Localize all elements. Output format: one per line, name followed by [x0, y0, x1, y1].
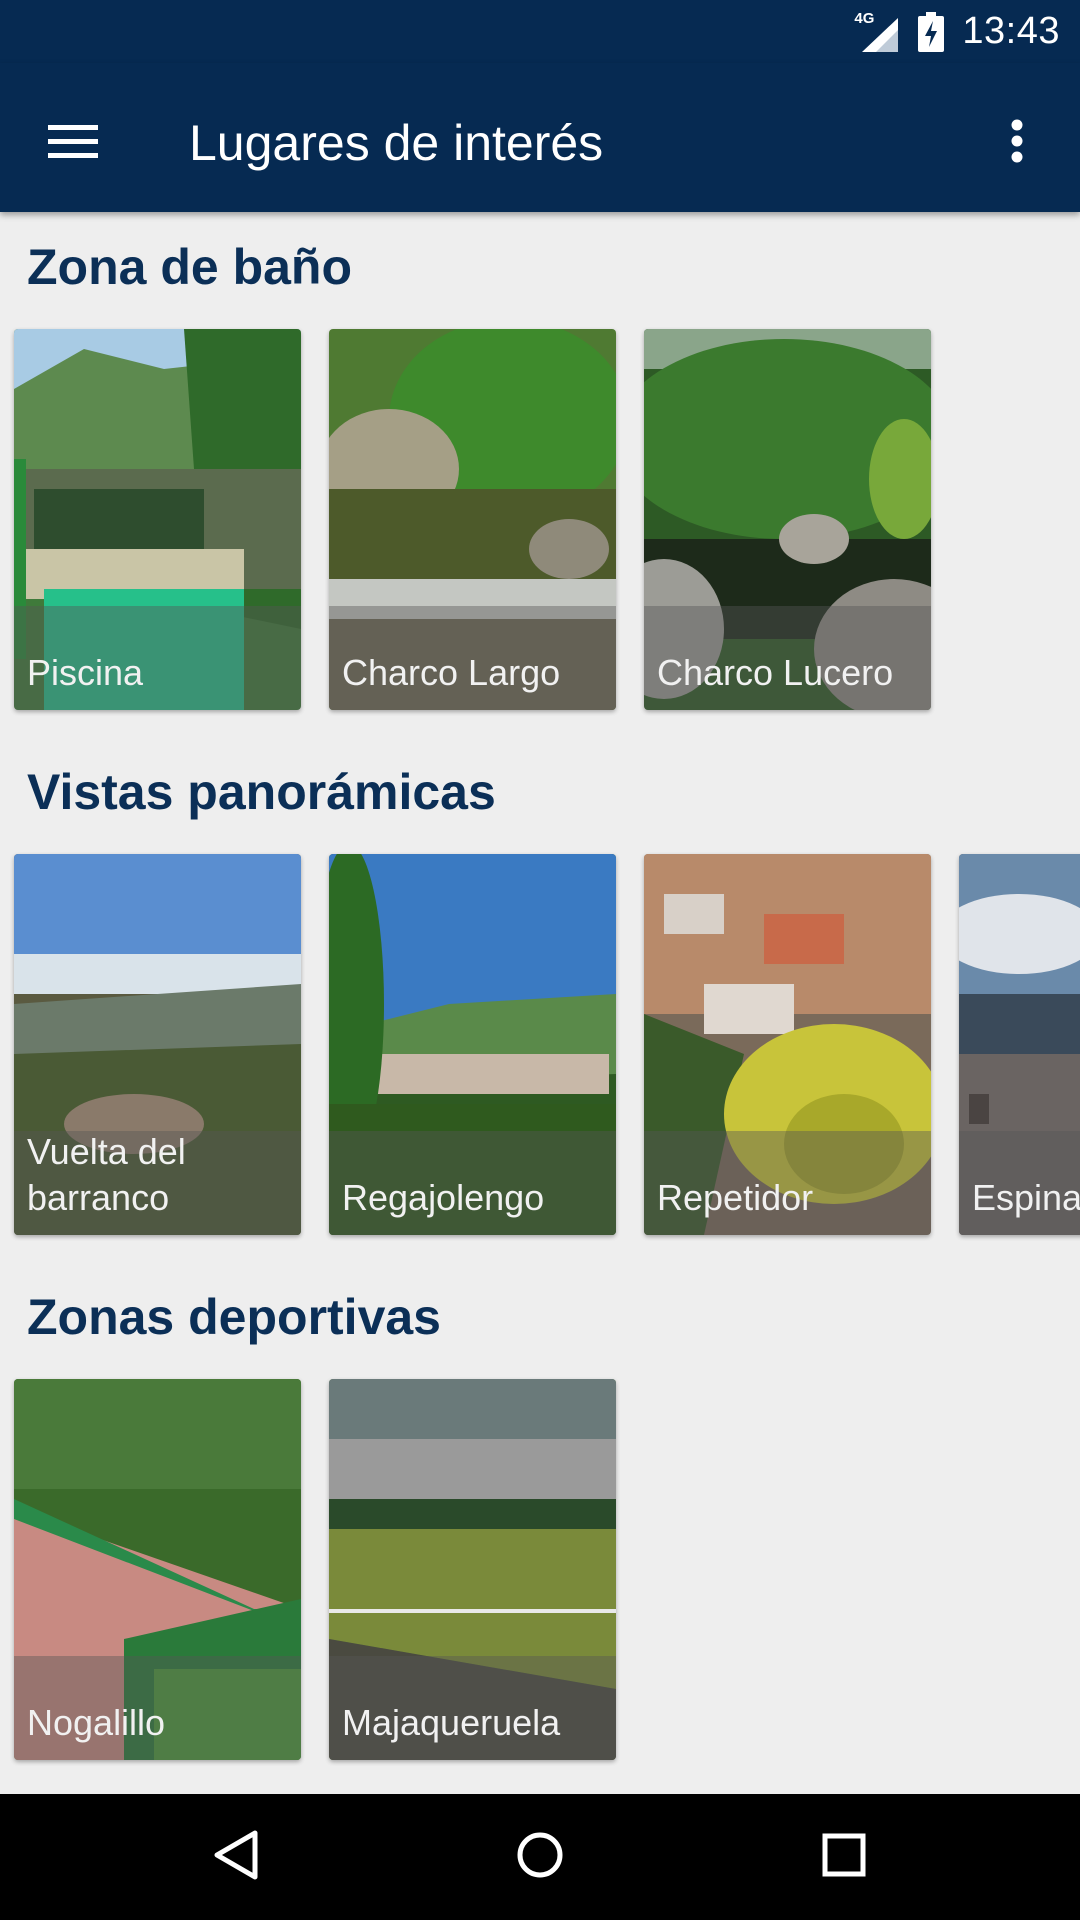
card-row[interactable]: Vuelta del barranco Regajolengo Repetido… — [0, 854, 1080, 1238]
home-button[interactable] — [470, 1794, 610, 1920]
card-majaqueruela[interactable]: Majaqueruela — [329, 1379, 616, 1760]
card-label: Vuelta del barranco — [27, 1131, 186, 1218]
menu-button[interactable] — [30, 100, 116, 186]
card-label: Espina — [972, 1177, 1080, 1218]
card-label: Charco Largo — [342, 652, 561, 693]
card-piscina[interactable]: Piscina — [14, 329, 301, 710]
content-scroll[interactable]: Zona de baño Piscina Charco Largo Charco… — [0, 212, 1080, 1794]
home-icon — [516, 1831, 564, 1884]
app-bar: Lugares de interés — [0, 63, 1080, 212]
battery-charging-icon — [918, 11, 945, 52]
overflow-menu-button[interactable] — [974, 100, 1060, 186]
card-row[interactable]: Piscina Charco Largo Charco Lucero — [0, 329, 1080, 713]
card-label: Charco Lucero — [657, 652, 894, 693]
recents-button[interactable] — [774, 1794, 914, 1920]
card-label: Majaqueruela — [342, 1702, 561, 1743]
card-label: Nogalillo — [27, 1702, 166, 1743]
card-vuelta-del-barranco[interactable]: Vuelta del barranco — [14, 854, 301, 1235]
card-label: Repetidor — [657, 1177, 814, 1218]
card-row[interactable]: Nogalillo Majaqueruela — [0, 1379, 1080, 1763]
card-repetidor[interactable]: Repetidor — [644, 854, 931, 1235]
signal-icon — [862, 17, 899, 52]
clock: 13:43 — [962, 10, 1060, 52]
more-vert-icon — [1010, 119, 1024, 168]
card-label: Regajolengo — [342, 1177, 545, 1218]
back-icon — [213, 1829, 259, 1886]
back-button[interactable] — [166, 1794, 306, 1920]
card-espina[interactable]: Espina — [959, 854, 1080, 1235]
signal-indicator: 4G — [854, 10, 900, 52]
card-label: Piscina — [27, 652, 144, 693]
system-nav-bar — [0, 1794, 1080, 1920]
card-regajolengo[interactable]: Regajolengo — [329, 854, 616, 1235]
section-title: Vistas panorámicas — [27, 764, 496, 820]
status-bar: 4G 13:43 — [0, 0, 1080, 63]
card-nogalillo[interactable]: Nogalillo — [14, 1379, 301, 1760]
section-title: Zonas deportivas — [27, 1289, 441, 1345]
section-title: Zona de baño — [27, 239, 352, 295]
status-icons: 4G 13:43 — [854, 0, 1060, 63]
card-charco-largo[interactable]: Charco Largo — [329, 329, 616, 710]
page-title: Lugares de interés — [189, 115, 604, 171]
recents-icon — [822, 1833, 866, 1882]
card-charco-lucero[interactable]: Charco Lucero — [644, 329, 931, 710]
hamburger-menu-icon — [48, 123, 98, 164]
